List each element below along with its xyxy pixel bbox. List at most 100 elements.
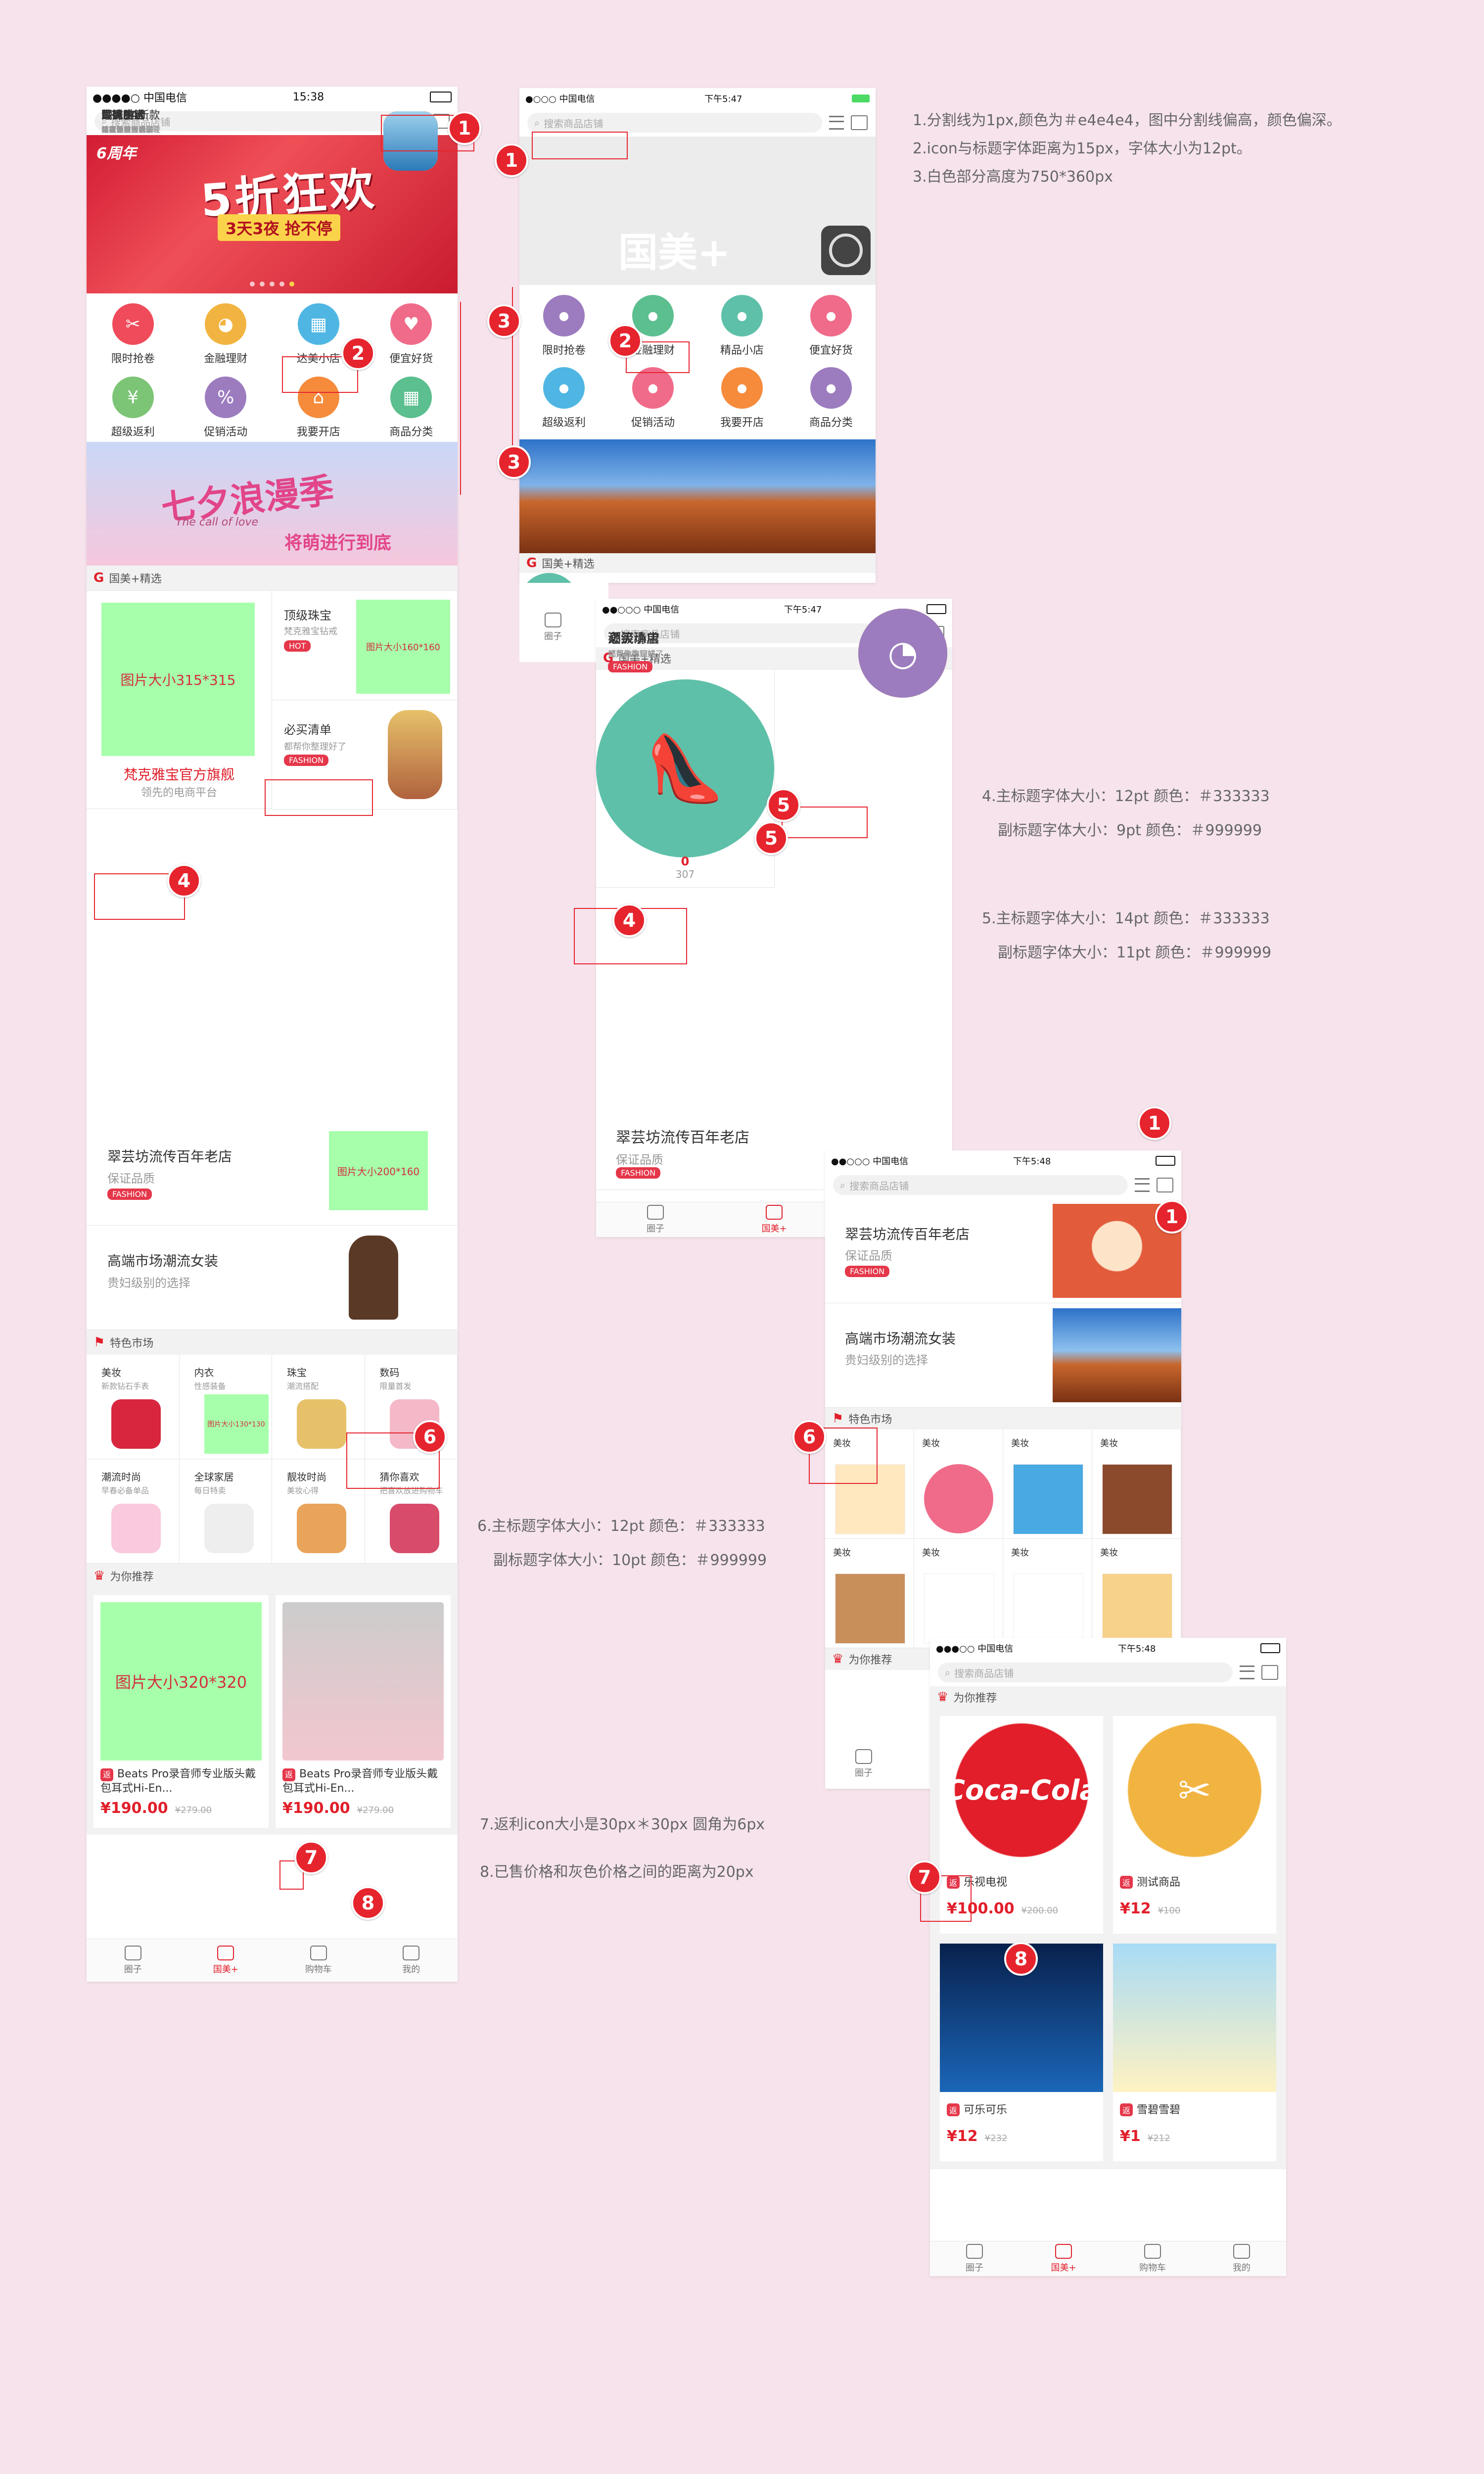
clock-label: 下午5:48 xyxy=(1013,1156,1051,1167)
cell-sub: 梵克雅宝钻戒 xyxy=(284,626,337,637)
product-card[interactable]: 返 Beats Pro录音师专业版头戴包耳式Hi-En... ¥190.00 ¥279… xyxy=(276,1595,451,1828)
market-cell[interactable]: 美妆 xyxy=(914,1539,1003,1648)
tab-item[interactable]: 圈子 xyxy=(596,1202,715,1237)
product-card[interactable]: 返可乐可乐 ¥12 ¥232 xyxy=(940,1944,1103,2161)
market-cell[interactable]: 全球家居 每日特卖 xyxy=(179,1459,272,1564)
search-input[interactable]: ⌕ 搜索商品店铺 xyxy=(833,1175,1128,1195)
shortcut-item[interactable]: ● 便宜好货 xyxy=(787,295,876,357)
tab-item[interactable]: 购物车 xyxy=(1108,2241,1197,2276)
featured-title: 梵克雅宝官方旗舰 xyxy=(123,766,234,783)
spec-notes-6: 6.主标题字体大小：12pt 颜色：＃333333 副标题字体大小：10pt 颜… xyxy=(477,1509,767,1577)
cell-tag: FASHION xyxy=(608,661,653,672)
market-grid: 美妆 美妆 美妆 美妆 美妆 美妆 美妆 美妆 xyxy=(825,1429,1181,1648)
shortcut-item[interactable]: ▦ 商品分类 xyxy=(365,377,458,439)
sale-price: ¥1 xyxy=(1120,2128,1141,2145)
shortcut-label: 便宜好货 xyxy=(389,353,433,365)
grid-cell[interactable]: 珍珠手表 新款钻石手表 xyxy=(87,109,438,1121)
market-cell[interactable]: 内衣 性感装备 图片大小130*130 xyxy=(179,1355,272,1459)
shortcut-item[interactable]: ● 我要开店 xyxy=(697,367,787,429)
shortcut-item[interactable]: ● 限时抢卷 xyxy=(519,295,608,357)
market-cell[interactable]: 美妆 xyxy=(914,1429,1003,1539)
tab-item[interactable]: 国美+ xyxy=(1019,2241,1108,2276)
market-title: 美妆 xyxy=(1011,1548,1029,1558)
market-title: 美妆 xyxy=(833,1548,851,1558)
search-input[interactable]: ⌕ 搜索商品店铺 xyxy=(938,1663,1233,1682)
market-cell[interactable]: 美妆 xyxy=(1003,1429,1092,1539)
featured-shoe-card[interactable]: 👠 0 307 xyxy=(596,669,775,888)
clock-label: 下午5:47 xyxy=(704,94,742,104)
annotation-box xyxy=(532,132,628,159)
menu-icon[interactable] xyxy=(1135,1178,1150,1192)
search-input[interactable]: ⌕ 搜索商品店铺 xyxy=(527,113,822,133)
product-card[interactable]: ✂ 返测试商品 ¥12 ¥100 xyxy=(1113,1716,1276,1934)
tab-item[interactable]: 圈子 xyxy=(87,1939,180,1982)
sale-price: ¥12 xyxy=(1120,1900,1151,1917)
grid-cell[interactable]: 蝴蝶胸针 梵克雅宝您的最爱 xyxy=(87,109,438,1017)
fashion-tag: FASHION xyxy=(107,1189,152,1200)
tab-item[interactable]: 我的 xyxy=(1197,2241,1286,2276)
market-cell[interactable]: 美妆 xyxy=(1003,1539,1092,1648)
shortcut-grid: ✂ 限时抢卷 ◕ 金融理财 ▦ 达美小店 ♥ 便宜好货 ¥ 超级返利% 促销活动 ⌂ 我要开店 ▦ 商品分类 xyxy=(87,293,458,442)
shortcut-item[interactable]: ♥ 便宜好货 xyxy=(365,303,458,366)
tab-item[interactable]: 国美+ xyxy=(180,1939,273,1982)
shortcut-item[interactable]: ● 精品小店 xyxy=(697,295,787,357)
grid-cell[interactable]: PRADA新款 尊享新款Prada鞋 xyxy=(101,109,458,913)
wide-sub: 贵妇级别的选择 xyxy=(845,1353,928,1367)
gome-logo-icon: G xyxy=(526,556,537,571)
section-title: 特色市场 xyxy=(848,1414,892,1426)
tab-item[interactable]: 我的 xyxy=(365,1939,458,1982)
product-card[interactable]: 图片大小320*320 返 Beats Pro录音师专业版头戴包耳式Hi-En...… xyxy=(93,1595,269,1828)
shortcut-item[interactable]: ● 促销活动 xyxy=(608,367,697,429)
grid-cell[interactable]: 品质生活 钻石恒久远系列 xyxy=(101,109,458,1121)
menu-icon[interactable] xyxy=(1240,1665,1254,1679)
carrier-label: ●●●●○ 中国电信 xyxy=(93,92,187,104)
annotation-badge-8: 8 xyxy=(351,1886,385,1920)
wide-title: 高端市场潮流女装 xyxy=(845,1331,956,1347)
spec-notes-78: 7.返利icon大小是30px＊30px 圆角为6px 8.已售价格和灰色价格之… xyxy=(480,1801,765,1896)
market-cell[interactable]: 美妆 xyxy=(825,1539,914,1648)
message-icon[interactable] xyxy=(851,115,868,130)
product-image xyxy=(924,1464,993,1533)
wide-row[interactable]: 高端市场潮流女装 贵妇级别的选择 xyxy=(87,1226,458,1330)
market-cell[interactable]: 潮流时尚 早春必备单品 xyxy=(87,1459,180,1564)
tab-item[interactable]: 购物车 xyxy=(272,1939,365,1982)
shortcut-item[interactable]: ● 商品分类 xyxy=(787,367,876,429)
shortcut-item[interactable]: ● 超级返利 xyxy=(519,367,608,429)
market-title: 潮流时尚 xyxy=(101,1471,141,1483)
message-icon[interactable] xyxy=(1157,1178,1173,1192)
wide-row[interactable]: 翠芸坊流传百年老店 保证品质 FASHION 图片大小200*160 xyxy=(87,1121,458,1226)
assistive-touch-icon[interactable] xyxy=(821,226,871,275)
cell-jewelry[interactable]: 顶级珠宝 梵克雅宝钻戒 HOT 图片大小160*160 xyxy=(272,591,458,700)
featured-store-card[interactable]: 图片大小315*315 梵克雅宝官方旗舰 领先的电商平台 xyxy=(87,591,272,809)
chat-tab[interactable]: 圈子 xyxy=(544,613,562,642)
shortcut-item[interactable]: % 促销活动 xyxy=(180,377,273,439)
product-title: 测试商品 xyxy=(1137,1876,1181,1889)
product-card[interactable]: 返雪碧雪碧 ¥1 ¥212 xyxy=(1113,1944,1276,2161)
market-cell[interactable]: 美妆 新款钻石手表 xyxy=(87,1355,180,1459)
grid-cell[interactable]: 潮流小店都帮你整理好了 ◔ xyxy=(608,609,952,997)
promo-banner[interactable]: 七夕浪漫季 The call of love 将萌进行到底 xyxy=(87,442,458,566)
phone-icon-spec: ●○○○ 中国电信 下午5:47 ⌕ 搜索商品店铺 国美+ ● 限时抢卷 ● 金融理财 ●… xyxy=(519,88,876,583)
annotation-badge-3: 3 xyxy=(487,304,521,338)
annotation-line xyxy=(460,302,461,495)
chat-icon xyxy=(647,1205,664,1220)
menu-icon[interactable] xyxy=(829,116,844,130)
shortcut-item[interactable]: ¥ 超级返利 xyxy=(87,377,180,439)
image-placeholder: 图片大小160*160 xyxy=(356,600,450,694)
market-sub: 潮流搭配 xyxy=(287,1381,319,1391)
grid-cell[interactable]: 潮流小店都帮你整理好了 ◔ xyxy=(608,609,952,1105)
wide-row[interactable]: 翠芸坊流传百年老店 保证品质 FASHION xyxy=(825,1199,1181,1303)
market-cell[interactable]: 美妆 xyxy=(1092,1539,1181,1648)
wide-row[interactable]: 高端市场潮流女装 贵妇级别的选择 xyxy=(825,1303,1181,1408)
annotation-box xyxy=(265,779,373,816)
message-icon[interactable] xyxy=(1261,1665,1278,1680)
grid-cell[interactable]: 潮流小店都帮你整理好了✂ xyxy=(596,609,947,1105)
grid-cell[interactable]: 梵克雅宝 赞誉金雕塑真爱 xyxy=(101,109,458,1017)
shortcut-item[interactable]: ✂ 限时抢卷 xyxy=(87,303,180,366)
shortcut-item[interactable]: ◕ 金融理财 xyxy=(180,303,273,366)
tab-item[interactable]: 圈子 xyxy=(930,2241,1019,2276)
market-cell[interactable]: 美妆 xyxy=(1092,1429,1181,1539)
chat-tab[interactable]: 圈子 xyxy=(855,1749,873,1779)
crown-icon: ♛ xyxy=(93,1569,105,1583)
tab-item[interactable]: 国美+ xyxy=(715,1202,834,1237)
